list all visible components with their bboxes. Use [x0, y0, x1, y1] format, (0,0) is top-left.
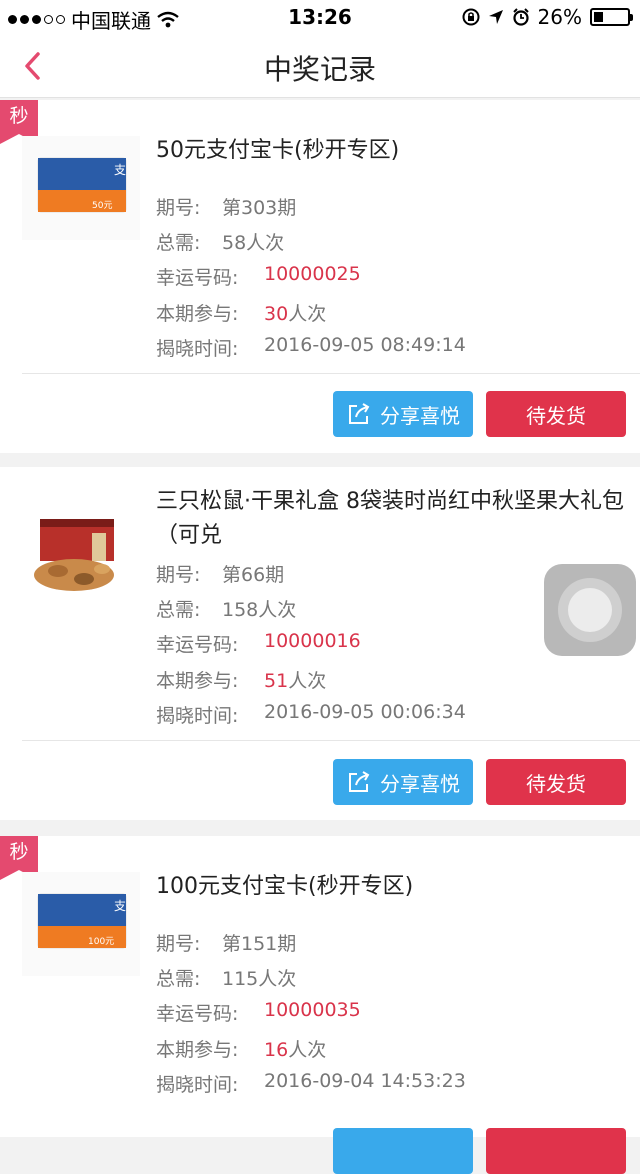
pending-shipment-button[interactable]: 待发货 — [486, 391, 626, 437]
alipay-card-image: 支 50元 — [37, 157, 127, 213]
joined-count: 51 — [264, 670, 289, 692]
product-title[interactable]: 三只松鼠·干果礼盒 8袋装时尚红中秋坚果大礼包（可兑 — [156, 485, 628, 553]
reveal-time: 2016-09-05 00:06:34 — [264, 701, 466, 723]
joined-count: 30 — [264, 303, 289, 325]
svg-text:100元: 100元 — [88, 937, 114, 947]
share-icon — [349, 403, 370, 424]
share-icon — [349, 771, 370, 792]
issue-value: 第303期 — [222, 197, 297, 219]
page-title: 中奖记录 — [263, 53, 376, 86]
status-bar: 中国联通 13:26 26% — [0, 0, 640, 34]
lucky-number-row: 幸运号码: 10000016 — [156, 630, 361, 656]
issue-row: 期号: 第151期 — [156, 929, 296, 956]
lucky-number: 10000016 — [264, 630, 361, 652]
joined-unit: 人次 — [288, 303, 327, 325]
joined-unit: 人次 — [288, 670, 327, 692]
issue-row: 期号: 第303期 — [156, 193, 296, 220]
product-title[interactable]: 50元支付宝卡(秒开专区) — [156, 134, 628, 168]
rotation-lock-icon — [462, 8, 480, 26]
total-value: 58人次 — [222, 232, 285, 254]
battery-icon — [590, 8, 633, 26]
svg-text:支: 支 — [114, 163, 126, 177]
lucky-number-row: 幸运号码: 10000025 — [156, 263, 361, 289]
total-row: 总需: 58人次 — [156, 228, 284, 255]
lucky-number: 10000025 — [264, 263, 361, 285]
location-icon — [488, 10, 503, 24]
divider — [22, 740, 640, 741]
battery-percent: 26% — [537, 5, 582, 29]
share-button[interactable]: 分享喜悦 — [333, 391, 473, 437]
total-value: 115人次 — [222, 968, 297, 990]
share-button[interactable]: 分享喜悦 — [333, 759, 473, 805]
joined-row: 本期参与: 30人次 — [156, 303, 327, 325]
total-value: 158人次 — [222, 599, 297, 621]
joined-unit: 人次 — [288, 1039, 327, 1061]
record-card: 秒 支 50元 50元支付宝卡(秒开专区) 期号: 第303期 总需: 58人次… — [0, 100, 640, 453]
alipay-card-image: 支 100元 — [37, 893, 127, 949]
reveal-time: 2016-09-04 14:53:23 — [264, 1070, 466, 1092]
divider — [22, 373, 640, 374]
nav-bar: 中奖记录 — [0, 34, 640, 98]
total-row: 总需: 115人次 — [156, 964, 296, 991]
lucky-number: 10000035 — [264, 999, 361, 1021]
reveal-time-row: 揭晓时间: 2016-09-04 14:53:23 — [156, 1070, 466, 1096]
joined-row: 本期参与: 51人次 — [156, 670, 327, 692]
svg-text:50元: 50元 — [92, 201, 112, 211]
alarm-icon — [512, 8, 529, 26]
seckill-badge: 秒 — [0, 836, 38, 880]
total-row: 总需: 158人次 — [156, 595, 296, 622]
issue-value: 第66期 — [222, 564, 285, 586]
product-title[interactable]: 100元支付宝卡(秒开专区) — [156, 870, 628, 904]
product-image[interactable]: 支 50元 — [22, 136, 140, 240]
pending-shipment-button[interactable] — [486, 1128, 626, 1174]
joined-count: 16 — [264, 1039, 289, 1061]
product-image[interactable]: 支 100元 — [22, 872, 140, 976]
product-image[interactable] — [22, 503, 140, 607]
pending-shipment-button[interactable]: 待发货 — [486, 759, 626, 805]
record-card: 秒 支 100元 100元支付宝卡(秒开专区) 期号: 第151期 总需: 11… — [0, 836, 640, 1174]
reveal-time-row: 揭晓时间: 2016-09-05 08:49:14 — [156, 334, 466, 360]
assistive-touch-button[interactable] — [544, 564, 636, 656]
svg-text:支: 支 — [114, 899, 126, 913]
issue-row: 期号: 第66期 — [156, 560, 284, 587]
nut-gift-box-image — [34, 519, 114, 591]
share-button[interactable] — [333, 1128, 473, 1174]
lucky-number-row: 幸运号码: 10000035 — [156, 999, 361, 1025]
reveal-time: 2016-09-05 08:49:14 — [264, 334, 466, 356]
seckill-badge: 秒 — [0, 100, 38, 144]
issue-value: 第151期 — [222, 933, 297, 955]
reveal-time-row: 揭晓时间: 2016-09-05 00:06:34 — [156, 701, 466, 727]
joined-row: 本期参与: 16人次 — [156, 1039, 327, 1061]
